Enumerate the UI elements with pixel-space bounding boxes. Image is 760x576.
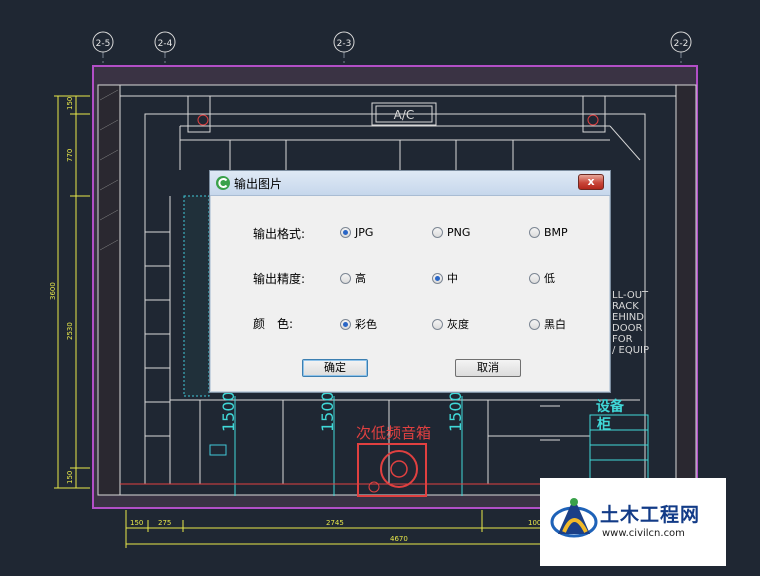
radio-dot-icon <box>529 227 540 238</box>
side-note: / EQUIP <box>612 345 649 356</box>
side-note: DOOR <box>612 323 642 334</box>
radio-dot-icon <box>432 318 443 330</box>
axis-label: 2-4 <box>158 39 173 49</box>
watermark: 土木工程网 www.civilcn.com <box>540 478 726 566</box>
axis-label: 2-5 <box>96 39 111 49</box>
dialog-titlebar[interactable]: 输出图片 x <box>210 171 610 196</box>
side-note: RACK <box>612 301 639 312</box>
equipment-label: 设备 <box>596 398 625 415</box>
height-mark-1: 1500 <box>219 391 238 432</box>
close-button[interactable]: x <box>578 174 604 190</box>
option-label: PNG <box>447 226 471 239</box>
dim-left-2: 770 <box>66 149 74 162</box>
dim-left-1: 150 <box>66 97 74 110</box>
watermark-url: www.civilcn.com <box>602 528 685 539</box>
radio-dot-icon <box>432 227 443 238</box>
option-label: 黑白 <box>544 318 566 331</box>
option-label: 灰度 <box>447 318 469 331</box>
axis-bubble-2: 2-4 <box>154 31 176 53</box>
cancel-button[interactable]: 取消 <box>455 359 521 377</box>
side-note: FOR <box>612 334 633 345</box>
axis-bubble-1: 2-5 <box>92 31 114 53</box>
radio-dot-icon <box>432 272 443 284</box>
color-full-radio[interactable]: 彩色 <box>340 316 377 332</box>
format-bmp-radio[interactable]: BMP <box>529 226 568 239</box>
axis-label: 2-3 <box>337 39 352 49</box>
radio-dot-icon <box>340 318 351 330</box>
ac-label: A/C <box>394 108 415 122</box>
precision-label: 输出精度: <box>253 272 306 286</box>
ok-button[interactable]: 确定 <box>302 359 368 377</box>
color-bw-radio[interactable]: 黑白 <box>529 316 566 332</box>
side-note: LL-OUT <box>612 290 649 301</box>
bottom-dimensions <box>125 510 560 548</box>
precision-high-radio[interactable]: 高 <box>340 270 366 286</box>
dim-bottom-1: 150 <box>130 519 143 527</box>
axis-bubble-4: 2-2 <box>670 31 692 53</box>
radio-dot-icon <box>529 272 540 284</box>
dim-bottom-3: 2745 <box>326 519 344 527</box>
format-label: 输出格式: <box>253 227 306 241</box>
option-label: 高 <box>355 272 366 285</box>
civilcn-logo-icon <box>550 498 598 538</box>
dim-left-3: 2530 <box>66 322 74 340</box>
precision-medium-radio[interactable]: 中 <box>432 270 458 286</box>
height-mark-2: 1500 <box>318 391 337 432</box>
app-logo-icon <box>216 176 230 190</box>
dim-left-4: 150 <box>66 471 74 484</box>
option-label: BMP <box>544 226 568 239</box>
axis-bubble-3: 2-3 <box>333 31 355 53</box>
radio-dot-icon <box>529 318 540 330</box>
dim-bottom-total: 4670 <box>390 535 408 543</box>
close-icon: x <box>587 175 595 188</box>
precision-low-radio[interactable]: 低 <box>529 270 555 286</box>
color-gray-radio[interactable]: 灰度 <box>432 316 469 332</box>
dim-left-total: 3600 <box>49 282 57 300</box>
subwoofer-label: 次低频音箱 <box>356 424 431 442</box>
axis-label: 2-2 <box>674 39 689 49</box>
color-label: 颜 色: <box>253 317 294 331</box>
option-label: 低 <box>544 272 555 285</box>
format-jpg-radio[interactable]: JPG <box>340 226 373 239</box>
export-image-dialog: 输出图片 x 输出格式: JPG PNG BMP 输出精度: 高 中 低 颜 色… <box>209 170 611 393</box>
watermark-title: 土木工程网 <box>600 504 701 526</box>
option-label: 彩色 <box>355 318 377 331</box>
dim-bottom-2: 275 <box>158 519 171 527</box>
side-note: EHIND <box>612 312 644 323</box>
option-label: JPG <box>355 226 374 239</box>
dialog-title: 输出图片 <box>234 177 283 191</box>
screen-wall <box>183 195 210 397</box>
radio-dot-icon <box>340 227 351 238</box>
height-mark-3: 1500 <box>446 391 465 432</box>
option-label: 中 <box>447 272 458 285</box>
format-png-radio[interactable]: PNG <box>432 226 470 239</box>
radio-dot-icon <box>340 272 351 284</box>
